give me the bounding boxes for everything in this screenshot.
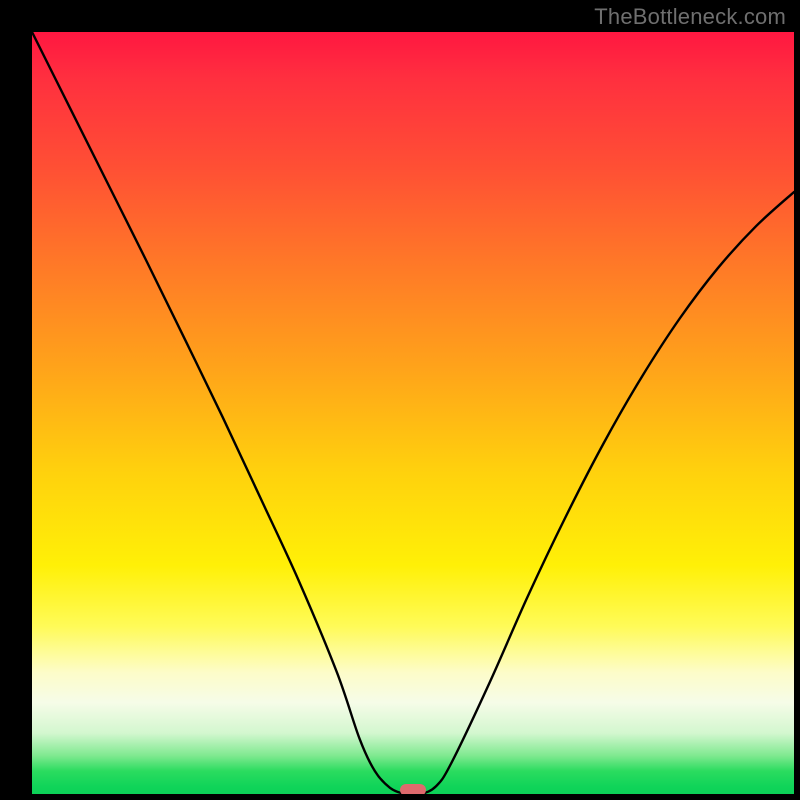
minimum-marker bbox=[400, 784, 426, 794]
plot-area bbox=[32, 32, 794, 794]
bottleneck-curve bbox=[32, 32, 794, 794]
chart-frame: TheBottleneck.com bbox=[0, 0, 800, 800]
curve-path bbox=[32, 32, 794, 794]
watermark-text: TheBottleneck.com bbox=[594, 4, 786, 30]
